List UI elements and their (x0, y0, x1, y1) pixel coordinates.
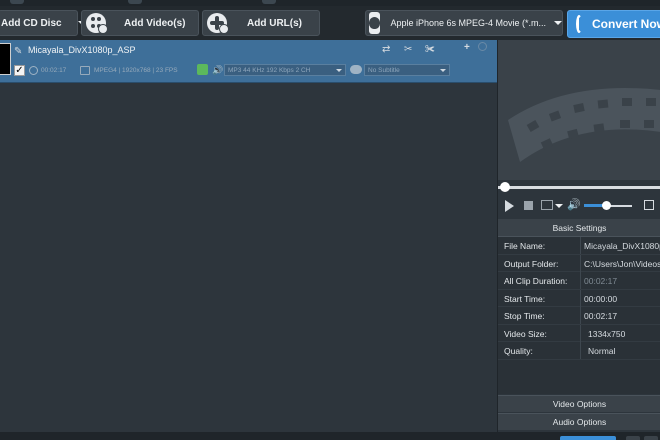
start-time-field[interactable]: 00:00:00 (584, 294, 617, 304)
seek-bar[interactable] (498, 186, 660, 189)
merge-icon[interactable]: ⇄ (382, 44, 390, 55)
audio-track-select[interactable]: MP3 44 KHz 192 Kbps 2 CH (224, 64, 346, 76)
bottom-action-button[interactable] (560, 436, 616, 440)
app-window: Add CD Disc Add Video(s) Add URL(s) Appl… (0, 0, 660, 440)
video-options-button[interactable]: Video Options (498, 395, 660, 412)
stop-icon[interactable] (524, 201, 533, 210)
volume-icon[interactable]: 🔊 (567, 198, 581, 211)
convert-now-button[interactable]: Convert Now (567, 10, 660, 38)
tab-marker[interactable] (262, 0, 276, 4)
basic-settings-header[interactable]: Basic Settings (498, 219, 660, 237)
output-profile-label: Apple iPhone 6s MPEG-4 Movie (*.m... (390, 18, 546, 28)
tab-marker[interactable] (128, 0, 142, 4)
chevron-down-icon[interactable] (554, 21, 562, 25)
snapshot-icon[interactable] (541, 200, 553, 210)
film-icon (80, 66, 90, 75)
audio-track-value: MP3 44 KHz 192 Kbps 2 CH (228, 66, 311, 74)
subtitle-select[interactable]: No Subtitle (364, 64, 450, 76)
subtitle-value: No Subtitle (368, 66, 400, 74)
subtitle-icon (350, 65, 362, 74)
play-icon[interactable] (505, 200, 514, 212)
settings-key: Output Folder: (504, 258, 559, 269)
pencil-icon[interactable]: ✎ (14, 46, 22, 57)
add-cd-label: Add CD Disc (1, 17, 62, 29)
speaker-icon: 🔊 (212, 65, 224, 75)
toolbar: Add CD Disc Add Video(s) Add URL(s) Appl… (0, 6, 660, 40)
audio-options-button[interactable]: Audio Options (498, 413, 660, 430)
file-list: ✎ Micayala_DivX1080p_ASP ⇄ ✂ ✀ + ✓ 00:02… (0, 40, 497, 432)
add-url-label: Add URL(s) (247, 17, 302, 29)
settings-key: Video Size: (504, 328, 547, 339)
settings-key: Stop Time: (504, 311, 545, 321)
film-reel-add-icon (86, 13, 108, 34)
add-video-label: Add Video(s) (124, 17, 186, 29)
settings-row-video-size: Video Size: 1334x750 (498, 324, 660, 342)
file-row[interactable]: ✎ Micayala_DivX1080p_ASP ⇄ ✂ ✀ + ✓ 00:02… (0, 40, 497, 83)
quality-select[interactable]: Normal (588, 346, 615, 356)
tab-marker[interactable] (10, 0, 24, 4)
add-cd-button[interactable]: Add CD Disc (0, 10, 86, 36)
audio-track-icon (197, 64, 208, 75)
convert-now-label: Convert Now (592, 17, 660, 31)
settings-key: Start Time: (504, 293, 546, 304)
bottom-small-button[interactable] (644, 436, 658, 440)
preview-area[interactable] (498, 40, 660, 180)
video-size-select[interactable]: 1334x750 (588, 329, 625, 339)
refresh-icon (576, 15, 582, 33)
volume-handle[interactable] (601, 201, 611, 210)
settings-key: All Clip Duration: (504, 276, 568, 286)
settings-row-output-folder: Output Folder: C:\Users\Jon\Videos (498, 254, 660, 272)
output-profile-select[interactable]: Apple iPhone 6s MPEG-4 Movie (*.m... (365, 10, 563, 36)
settings-key: Quality: (504, 346, 533, 356)
close-icon[interactable] (478, 42, 487, 51)
right-panel: 🔊 Basic Settings File Name: Micayala_Div… (497, 40, 660, 432)
file-duration: 00:02:17 (41, 67, 67, 74)
all-clip-duration-value: 00:02:17 (584, 276, 618, 286)
settings-row-start-time: Start Time: 00:00:00 (498, 289, 660, 307)
settings-key: File Name: (504, 241, 546, 251)
video-info: MPEG4 | 1920x768 | 23 FPS (94, 67, 178, 74)
clock-icon (29, 66, 38, 75)
file-name-field[interactable]: Micayala_DivX1080p (584, 241, 660, 251)
effects-icon[interactable]: ✀ (425, 44, 435, 55)
chevron-down-icon[interactable] (336, 68, 342, 72)
seek-handle[interactable] (500, 182, 510, 192)
add-video-button[interactable]: Add Video(s) (81, 10, 199, 36)
basic-settings-panel: Basic Settings File Name: Micayala_DivX1… (498, 219, 660, 394)
globe-add-icon (207, 13, 229, 34)
file-name[interactable]: Micayala_DivX1080p_ASP (28, 45, 136, 55)
cut-icon[interactable]: ✂ (404, 44, 412, 55)
chevron-down-icon[interactable] (555, 204, 563, 208)
output-folder-field[interactable]: C:\Users\Jon\Videos (584, 259, 660, 269)
settings-row-stop-time: Stop Time: 00:02:17 (498, 307, 660, 325)
bottom-small-button[interactable] (626, 436, 640, 440)
chevron-down-icon[interactable] (440, 68, 446, 72)
detach-window-icon[interactable] (644, 200, 654, 210)
add-url-button[interactable]: Add URL(s) (202, 10, 320, 36)
player-controls: 🔊 (498, 196, 660, 216)
apple-logo-icon (369, 12, 381, 34)
settings-row-all-clip-duration: All Clip Duration: 00:02:17 (498, 272, 660, 290)
settings-row-file-name: File Name: Micayala_DivX1080p (498, 237, 660, 255)
add-icon[interactable]: + (464, 42, 470, 53)
film-strip-placeholder-icon (508, 88, 660, 162)
stop-time-field[interactable]: 00:02:17 (584, 311, 617, 321)
video-thumbnail[interactable] (0, 43, 11, 75)
settings-row-quality: Quality: Normal (498, 342, 660, 360)
bottom-bar (0, 432, 660, 440)
file-checkbox[interactable]: ✓ (14, 65, 25, 76)
